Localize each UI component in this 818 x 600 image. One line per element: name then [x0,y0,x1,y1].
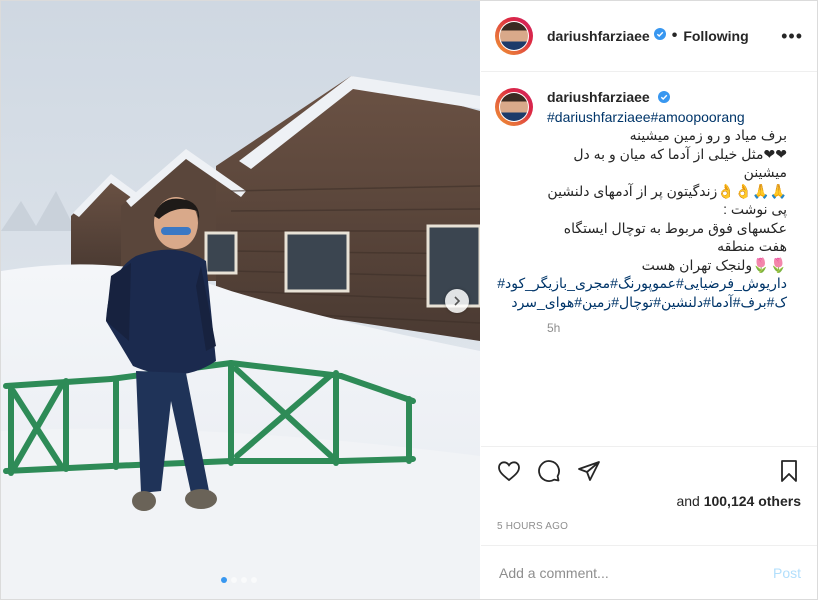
avatar-ring [499,21,529,51]
caption-hashtags[interactable]: #dariushfarziaee#amoopoorang [547,108,787,127]
avatar-ring [499,92,529,122]
photo-snow-cabin-man [1,1,480,599]
chevron-right-icon [454,296,461,306]
likes-prefix: and [676,493,704,509]
carousel-dot [251,577,257,583]
caption-avatar[interactable] [495,88,533,126]
more-options-button[interactable]: ••• [781,26,803,47]
follow-status-button[interactable]: Following [683,28,748,44]
post-timestamp[interactable]: 5 HOURS AGO [497,521,568,532]
carousel-dot [241,577,247,583]
caption-username[interactable]: dariushfarziaee [547,89,650,105]
carousel-dot [221,577,227,583]
verified-badge-icon [657,89,670,108]
post-photo[interactable] [1,1,480,599]
share-button[interactable] [577,459,601,483]
save-button[interactable] [777,459,801,483]
comment-button[interactable] [537,459,561,483]
like-button[interactable] [497,459,521,483]
action-bar [481,446,817,494]
next-photo-button[interactable] [445,289,469,313]
caption-line: برف میاد و رو زمین میشینه [629,127,787,144]
post-sidebar: dariushfarziaee • Following ••• dariushf… [481,1,817,599]
carousel-indicator [221,577,257,583]
post-comment-button[interactable]: Post [773,565,801,581]
carousel-dot [231,577,237,583]
instagram-post-modal: dariushfarziaee • Following ••• dariushf… [0,0,818,600]
bookmark-icon [781,459,797,482]
caption-area: dariushfarziaee #dariushfarziaee#amoopoo… [481,72,817,454]
avatar-image [500,22,528,50]
likes-count[interactable]: and 100,124 others [676,493,801,509]
caption-line: پی نوشت : [723,201,787,218]
post-header: dariushfarziaee • Following ••• [481,1,817,72]
verified-badge-icon [653,27,666,45]
caption-hashtag-line[interactable]: داریوش_فرضیایی#عموپورنگ#مجری_بازیگر_کود# [497,274,787,293]
caption-line: ❤❤مثل خیلی از آدما که میان و به دل میشین… [573,145,787,181]
share-icon [578,460,600,481]
likes-suffix: others [754,493,801,509]
separator-dot: • [671,27,678,44]
caption-text: dariushfarziaee #dariushfarziaee#amoopoo… [497,88,787,454]
caption-line: 🌷🌷ولنجک تهران هست [641,256,787,273]
add-comment-bar: Post [481,545,817,599]
caption-hashtag-line[interactable]: ک#برف#آدما#دلنشین#توچال#زمین#هوای_سرد [511,293,787,312]
author-username[interactable]: dariushfarziaee [547,28,650,44]
avatar-image [500,93,528,121]
likes-number: 100,124 [703,493,755,509]
caption-line: عکسهای فوق مربوط به توچال ایستگاه هفت من… [563,219,787,255]
caption-line: 🙏🙏👌👌زندگیتون پر از آدمهای دلنشین [547,182,787,199]
comment-input[interactable] [497,563,773,582]
avatar[interactable] [495,17,533,55]
comment-icon [538,459,560,482]
heart-icon [498,460,520,481]
caption-timestamp: 5h [547,321,561,336]
